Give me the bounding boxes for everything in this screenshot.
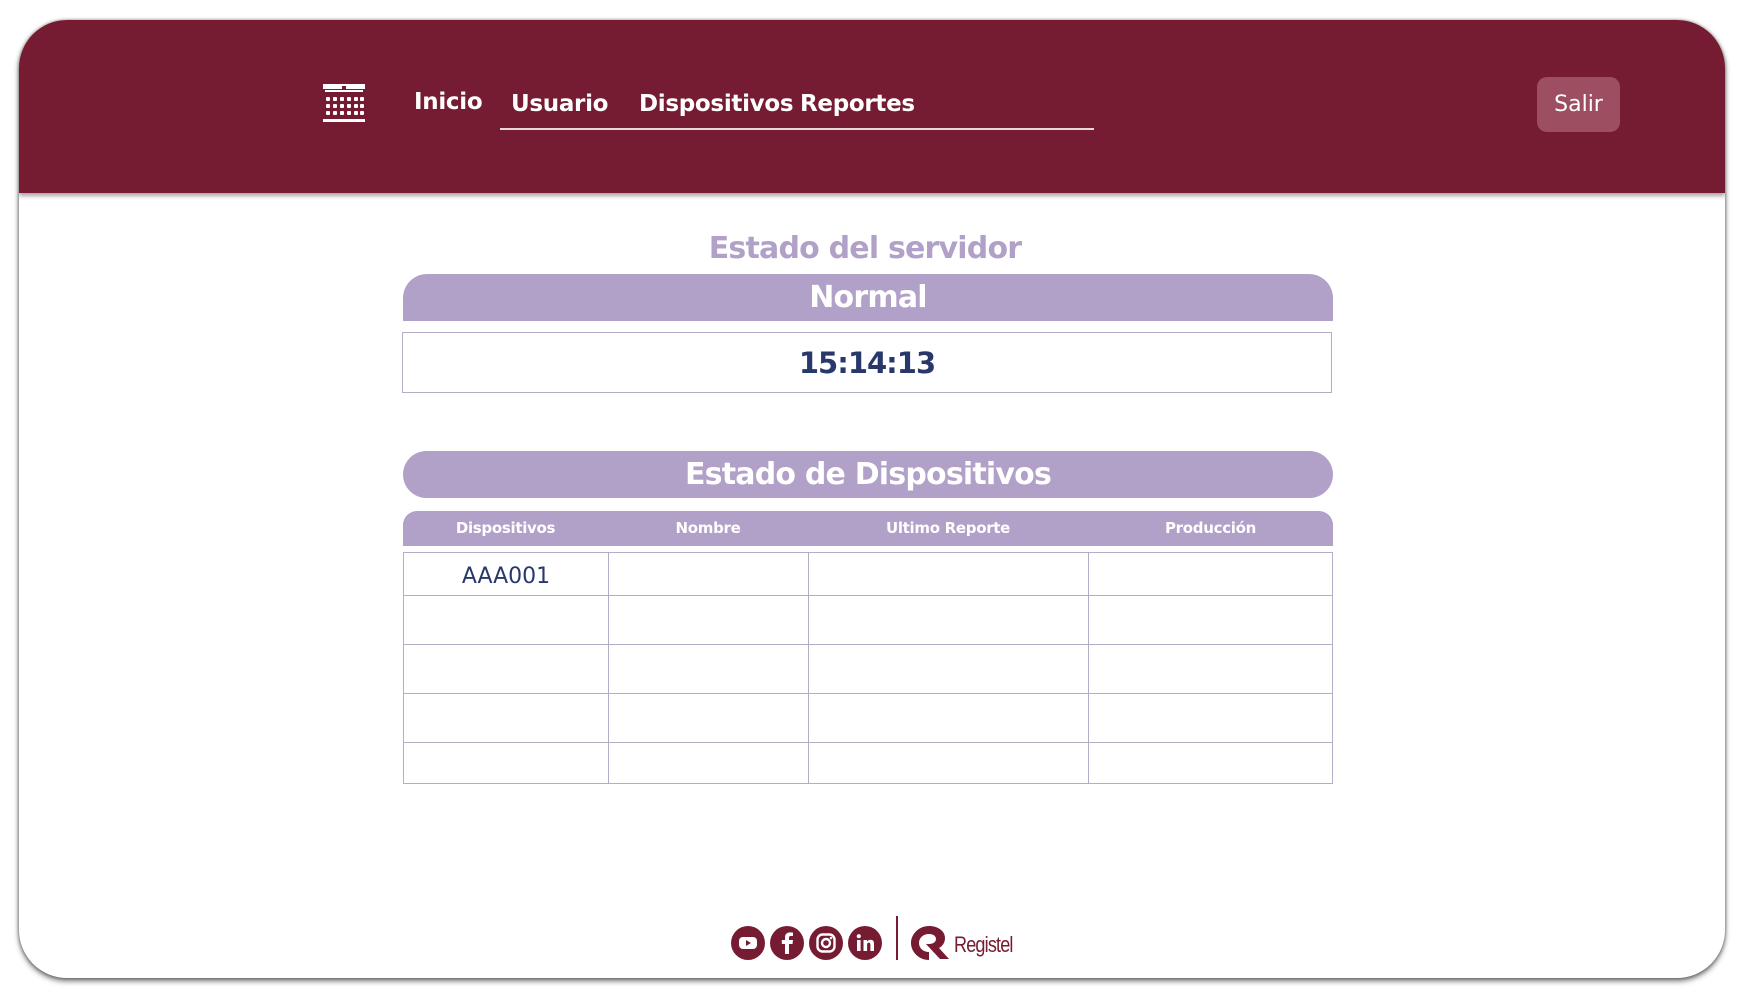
linkedin-icon[interactable] xyxy=(848,926,882,960)
devices-table: AAA001 xyxy=(403,552,1333,784)
instagram-icon[interactable] xyxy=(809,926,843,960)
server-clock: 15:14:13 xyxy=(402,332,1332,393)
table-divider xyxy=(404,693,1332,694)
table-divider xyxy=(608,553,609,783)
nav-usuario[interactable]: Usuario xyxy=(511,91,609,117)
devices-table-header: Dispositivos Nombre Ultimo Reporte Produ… xyxy=(403,511,1333,546)
nav-dispositivos[interactable]: Dispositivos xyxy=(639,91,794,117)
table-divider xyxy=(404,644,1332,645)
table-divider xyxy=(404,742,1332,743)
footer-divider xyxy=(896,916,898,960)
logout-button[interactable]: Salir xyxy=(1537,77,1620,132)
column-header-dispositivos: Dispositivos xyxy=(455,519,556,537)
column-header-ultimo-reporte: Ultimo Reporte xyxy=(885,519,1011,537)
brand-name: Registel xyxy=(954,932,1013,957)
server-status-badge: Normal xyxy=(403,274,1333,321)
youtube-icon[interactable] xyxy=(731,926,765,960)
footer: Registel xyxy=(19,900,1725,960)
column-header-nombre: Nombre xyxy=(675,519,741,537)
column-header-produccion: Producción xyxy=(1164,519,1257,537)
table-row-device-id[interactable]: AAA001 xyxy=(404,564,608,589)
table-divider xyxy=(404,595,1332,596)
nav-inicio[interactable]: Inicio xyxy=(414,89,483,115)
table-divider xyxy=(808,553,809,783)
nav-underline xyxy=(500,128,1094,130)
table-divider xyxy=(1088,553,1089,783)
app-window: Inicio Usuario Dispositivos Reportes Sal… xyxy=(19,20,1725,978)
nav-reportes[interactable]: Reportes xyxy=(800,91,915,117)
abacus-logo-icon[interactable] xyxy=(323,84,365,124)
registel-logo-icon xyxy=(909,924,951,962)
devices-status-title: Estado de Dispositivos xyxy=(403,451,1333,498)
server-status-title: Estado del servidor xyxy=(708,231,1022,266)
top-header: Inicio Usuario Dispositivos Reportes Sal… xyxy=(19,20,1725,193)
facebook-icon[interactable] xyxy=(770,926,804,960)
